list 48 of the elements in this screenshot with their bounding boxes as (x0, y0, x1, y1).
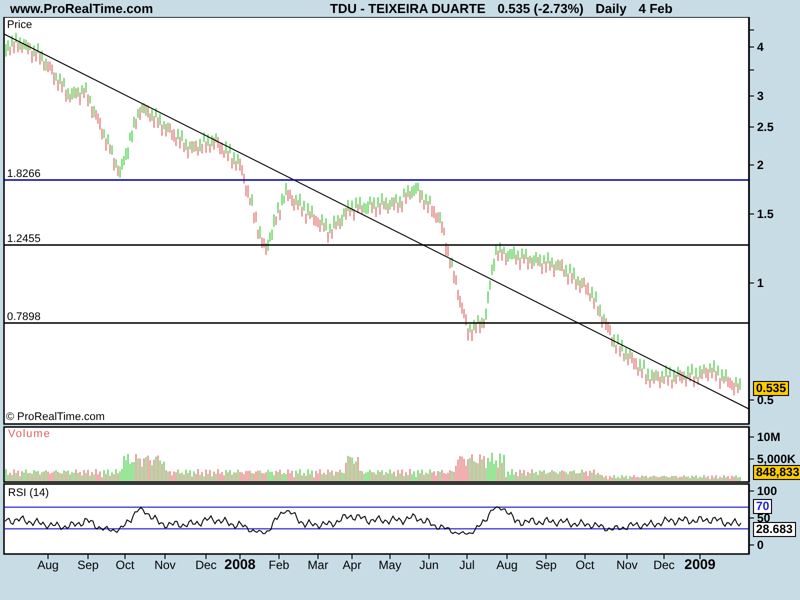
price-change: 0.535 (-2.73%) (498, 1, 584, 16)
panel-title: RSI (14) (8, 487, 49, 499)
axis-label: 1.5 (757, 207, 774, 221)
axis-label: 4 (757, 40, 764, 54)
month-label: Sep (535, 558, 557, 572)
date-label: 4 Feb (638, 1, 673, 16)
axis-label: 0.5 (757, 393, 774, 407)
volume-axis (748, 427, 754, 482)
rsi-axis (748, 484, 754, 554)
copyright-text: © ProRealTime.com (6, 411, 105, 423)
axis-label: 1 (757, 276, 764, 290)
level-label: 1.2455 (7, 233, 41, 245)
month-label: Jun (419, 558, 439, 572)
timeframe-label: Daily (596, 1, 627, 16)
month-label: Dec (653, 558, 675, 572)
month-label: Feb (268, 558, 290, 572)
month-label: Oct (576, 558, 594, 572)
panel-title: Volume (8, 428, 51, 440)
instrument-name: TDU - TEIXEIRA DUARTE (330, 1, 486, 16)
month-label: Apr (342, 558, 362, 572)
month-label: Aug (496, 558, 518, 572)
axis-label: 10M (757, 430, 780, 444)
level-label: 0.7898 (7, 311, 41, 323)
axis-label: 2.5 (757, 120, 774, 134)
last-volume-value: 848,833 (753, 465, 800, 480)
axis-label: 2 (757, 158, 764, 172)
year-label: 2009 (684, 556, 716, 572)
month-label: Jul (459, 558, 475, 572)
axis-label: 3 (757, 89, 764, 103)
month-label: Nov (154, 558, 176, 572)
month-label: Aug (37, 558, 59, 572)
panel-title: Price (7, 19, 32, 31)
axis-label: 5,000K (757, 452, 796, 466)
axis-label: 50 (757, 511, 770, 525)
year-label: 2008 (224, 556, 256, 572)
month-label: May (378, 558, 402, 572)
month-label: Sep (77, 558, 99, 572)
axis-label: 0 (757, 538, 764, 552)
month-label: Dec (195, 558, 217, 572)
month-label: Mar (308, 558, 328, 572)
last-price-value: 0.535 (753, 381, 790, 396)
axis-label: 100 (757, 484, 778, 498)
month-label: Nov (616, 558, 638, 572)
site-url: www.ProRealTime.com (10, 1, 154, 16)
overbought-value: 70 (753, 499, 772, 514)
last-rsi-value: 28.683 (753, 522, 796, 537)
level-label: 1.8266 (7, 168, 41, 180)
month-label: Oct (116, 558, 134, 572)
